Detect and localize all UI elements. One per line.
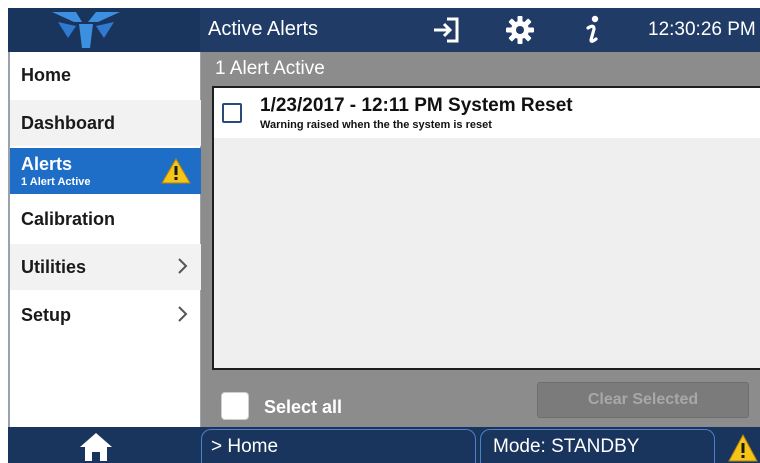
sidebar: Home Dashboard Alerts 1 Alert Active Cal…: [8, 52, 201, 427]
breadcrumb[interactable]: > Home: [201, 429, 476, 463]
sidebar-item-label: Setup: [21, 304, 72, 325]
clock-display: 12:30:26 PM: [648, 19, 756, 40]
chevron-right-icon: [177, 257, 189, 280]
warning-icon[interactable]: [728, 433, 758, 463]
warning-icon: [161, 158, 191, 189]
sidebar-item-label: Home: [21, 64, 72, 85]
alerts-count-heading: 1 Alert Active: [215, 58, 325, 79]
alert-title: 1/23/2017 - 12:11 PM System Reset: [260, 95, 573, 116]
sidebar-item-label: Calibration: [21, 208, 116, 229]
sidebar-item-alerts[interactable]: Alerts 1 Alert Active: [10, 148, 201, 194]
app-frame: Active Alerts 12:30:26 PM Home Dashboard…: [8, 8, 760, 463]
sidebar-item-label: Utilities: [21, 256, 87, 277]
main-panel: 1 Alert Active 1/23/2017 - 12:11 PM Syst…: [201, 52, 760, 427]
info-icon[interactable]: [574, 14, 610, 46]
page-title: Active Alerts: [208, 18, 319, 40]
sidebar-item-utilities[interactable]: Utilities: [10, 244, 201, 290]
select-all-label[interactable]: Select all: [264, 397, 342, 418]
alert-checkbox[interactable]: [222, 103, 242, 123]
gear-icon[interactable]: [502, 14, 538, 46]
select-all-checkbox[interactable]: [221, 392, 249, 420]
sidebar-item-home[interactable]: Home: [10, 52, 201, 98]
alert-list[interactable]: 1/23/2017 - 12:11 PM System Reset Warnin…: [212, 86, 760, 370]
mode-status: Mode: STANDBY: [480, 429, 715, 463]
sidebar-item-calibration[interactable]: Calibration: [10, 196, 201, 242]
list-item[interactable]: 1/23/2017 - 12:11 PM System Reset Warnin…: [214, 88, 760, 138]
sidebar-item-sublabel: 1 Alert Active: [21, 176, 91, 188]
chevron-right-icon: [177, 305, 189, 328]
alert-description: Warning raised when the the system is re…: [260, 119, 492, 131]
sidebar-item-label: Alerts: [21, 154, 73, 174]
logo-icon: [8, 8, 200, 52]
bottom-bar: > Home Mode: STANDBY: [8, 427, 760, 463]
sidebar-item-label: Dashboard: [21, 112, 116, 133]
top-bar: Active Alerts 12:30:26 PM: [8, 8, 760, 52]
sidebar-item-setup[interactable]: Setup: [10, 292, 201, 338]
sign-in-icon[interactable]: [428, 14, 464, 46]
home-icon[interactable]: [78, 431, 114, 461]
sidebar-item-dashboard[interactable]: Dashboard: [10, 100, 201, 146]
clear-selected-button[interactable]: Clear Selected: [537, 382, 749, 418]
